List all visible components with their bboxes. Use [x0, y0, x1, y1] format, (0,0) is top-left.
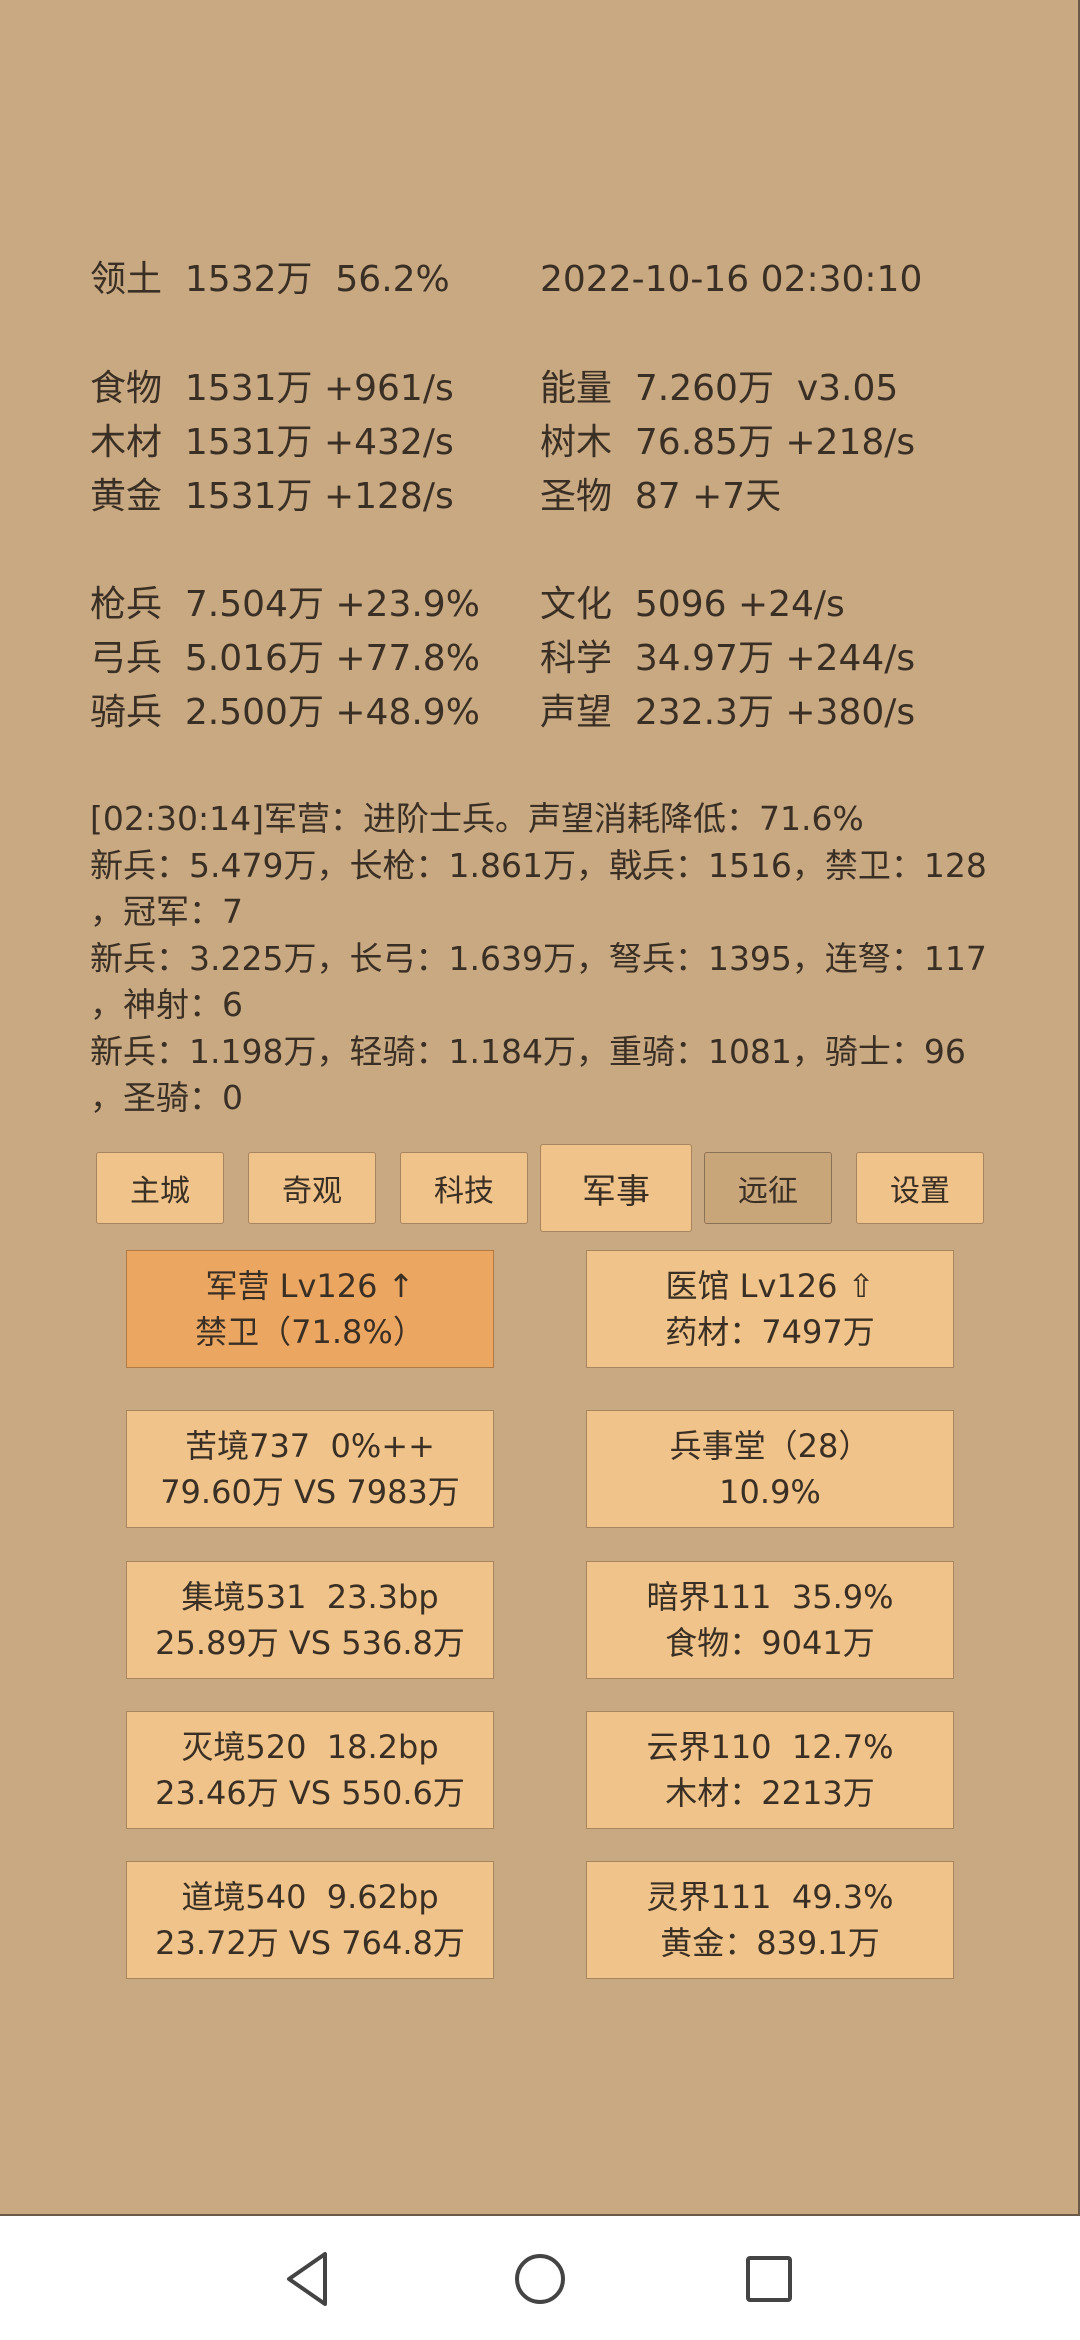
culture-stat: 文化 5096 +24/s: [540, 584, 845, 625]
tab-settings[interactable]: 设置: [856, 1152, 984, 1224]
gold-stat: 黄金 1531万 +128/s: [90, 476, 454, 517]
trees-stat: 树木 76.85万 +218/s: [540, 422, 916, 463]
card-title: 集境531 23.3bp: [181, 1578, 439, 1616]
log-line: ，圣骑：0: [90, 1078, 243, 1117]
card-title: 苦境737 0%++: [185, 1427, 435, 1465]
card-title: 道境540 9.62bp: [181, 1878, 439, 1916]
system-nav-bar: [0, 2216, 1080, 2340]
card-detail: 10.9%: [719, 1473, 821, 1511]
card-detail: 禁卫（71.8%）: [195, 1313, 425, 1351]
tab-main-city[interactable]: 主城: [96, 1152, 224, 1224]
card-detail: 25.89万 VS 536.8万: [155, 1624, 465, 1662]
wood-stat: 木材 1531万 +432/s: [90, 422, 454, 463]
relics-stat: 圣物 87 +7天: [540, 476, 782, 517]
realm-miejing-button[interactable]: 灭境520 18.2bp 23.46万 VS 550.6万: [126, 1711, 494, 1829]
realm-kujing-button[interactable]: 苦境737 0%++ 79.60万 VS 7983万: [126, 1410, 494, 1528]
card-detail: 木材：2213万: [665, 1774, 875, 1812]
back-icon[interactable]: [273, 2244, 343, 2314]
cavalry-stat: 骑兵 2.500万 +48.9%: [90, 692, 480, 733]
realm-daojing-button[interactable]: 道境540 9.62bp 23.72万 VS 764.8万: [126, 1861, 494, 1979]
science-stat: 科学 34.97万 +244/s: [540, 638, 916, 679]
realm-lingjie-button[interactable]: 灵界111 49.3% 黄金：839.1万: [586, 1861, 954, 1979]
event-log: [02:30:14]军营：进阶士兵。声望消耗降低：71.6% 新兵：5.479万…: [90, 796, 1010, 1122]
game-screen: 领土 1532万 56.2% 2022-10-16 02:30:10 食物 15…: [0, 0, 1080, 2216]
barracks-button[interactable]: 军营 Lv126 ↑ 禁卫（71.8%）: [126, 1250, 494, 1368]
realm-yunjie-button[interactable]: 云界110 12.7% 木材：2213万: [586, 1711, 954, 1829]
log-line: [02:30:14]军营：进阶士兵。声望消耗降低：71.6%: [90, 799, 864, 838]
war-hall-button[interactable]: 兵事堂（28） 10.9%: [586, 1410, 954, 1528]
realm-anjie-button[interactable]: 暗界111 35.9% 食物：9041万: [586, 1561, 954, 1679]
card-detail: 23.46万 VS 550.6万: [155, 1774, 465, 1812]
card-detail: 药材：7497万: [665, 1313, 875, 1351]
home-icon[interactable]: [505, 2244, 575, 2314]
log-line: 新兵：3.225万，长弓：1.639万，弩兵：1395，连弩：117: [90, 938, 987, 978]
realm-jijing-button[interactable]: 集境531 23.3bp 25.89万 VS 536.8万: [126, 1561, 494, 1679]
territory-stat: 领土 1532万 56.2%: [90, 259, 450, 300]
card-title: 灭境520 18.2bp: [181, 1728, 439, 1766]
card-title: 暗界111 35.9%: [646, 1578, 894, 1616]
energy-stat: 能量 7.260万 v3.05: [540, 368, 899, 409]
card-detail: 23.72万 VS 764.8万: [155, 1924, 465, 1962]
tab-expedition[interactable]: 远征: [704, 1152, 832, 1224]
card-detail: 79.60万 VS 7983万: [160, 1473, 460, 1511]
log-line: 新兵：1.198万，轻骑：1.184万，重骑：1081，骑士：96: [90, 1031, 966, 1071]
archers-stat: 弓兵 5.016万 +77.8%: [90, 638, 480, 679]
log-line: ，神射：6: [90, 985, 243, 1024]
card-title: 灵界111 49.3%: [646, 1878, 894, 1916]
spearmen-stat: 枪兵 7.504万 +23.9%: [90, 584, 480, 625]
tab-wonders[interactable]: 奇观: [248, 1152, 376, 1224]
card-title: 军营 Lv126 ↑: [205, 1267, 415, 1305]
hospital-button[interactable]: 医馆 Lv126 ⇧ 药材：7497万: [586, 1250, 954, 1368]
recents-icon[interactable]: [734, 2244, 804, 2314]
log-line: 新兵：5.479万，长枪：1.861万，戟兵：1516，禁卫：128: [90, 845, 987, 885]
tab-military[interactable]: 军事: [540, 1144, 692, 1232]
log-line: ，冠军：7: [90, 892, 243, 931]
card-title: 兵事堂（28）: [669, 1427, 871, 1465]
card-detail: 黄金：839.1万: [660, 1924, 880, 1962]
card-title: 云界110 12.7%: [646, 1728, 894, 1766]
card-title: 医馆 Lv126 ⇧: [665, 1267, 875, 1305]
datetime-stat: 2022-10-16 02:30:10: [540, 259, 923, 300]
tab-technology[interactable]: 科技: [400, 1152, 528, 1224]
card-detail: 食物：9041万: [665, 1624, 875, 1662]
prestige-stat: 声望 232.3万 +380/s: [540, 692, 916, 733]
food-stat: 食物 1531万 +961/s: [90, 368, 454, 409]
